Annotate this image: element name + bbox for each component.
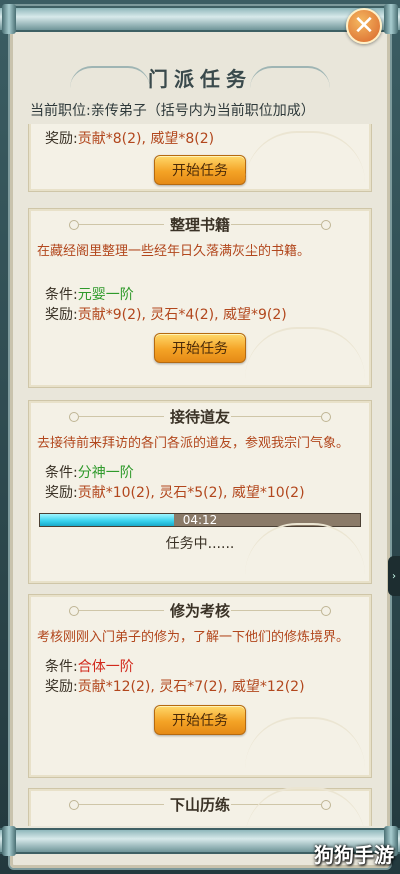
start-task-button[interactable]: 开始任务 [154,333,246,363]
task-title: 接待道友 [163,405,236,427]
progress-timer: 04:12 [182,513,218,527]
reward-value: 贡献*10(2), 灵石*5(2), 威望*10(2) [77,485,305,501]
start-task-button[interactable]: 开始任务 [154,705,246,735]
start-task-button[interactable]: 开始任务 [154,155,246,185]
scroll-rod-top [0,4,400,34]
task-status-text: 任务中...... [165,536,235,552]
condition-label: 条件: [45,465,78,481]
title-divider-right [231,606,331,616]
task-card-4: 下山历练 [28,787,372,826]
title-divider-left [69,412,169,422]
current-position-text: 当前职位:亲传弟子（括号内为当前职位加成） [30,103,315,119]
task-condition: 条件:合体一阶 [29,657,371,677]
task-title-row: 整理书籍 [29,209,371,239]
reward-label: 奖励: [45,131,78,147]
task-reward: 奖励:贡献*10(2), 灵石*5(2), 威望*10(2) [29,483,371,503]
title-divider-right [231,800,331,810]
task-list[interactable]: 奖励:贡献*8(2), 威望*8(2) 开始任务 整理书籍 在藏经阁里整理一些经… [26,124,374,826]
task-description: 去接待前来拜访的各门各派的道友，参观我宗门气象。 [37,436,350,451]
task-reward: 奖励:贡献*9(2), 灵石*4(2), 威望*9(2) [29,305,371,325]
task-description: 在藏经阁里整理一些经年日久落满灰尘的书籍。 [37,244,311,259]
title-divider-left [69,606,169,616]
close-button[interactable]: ✕ [346,8,382,44]
close-icon: ✕ [353,11,375,41]
task-reward: 奖励:贡献*8(2), 威望*8(2) [29,129,371,149]
task-title: 整理书籍 [163,213,236,235]
reward-value: 贡献*8(2), 威望*8(2) [77,131,215,147]
condition-value: 元婴一阶 [77,287,134,303]
title-divider-right [231,220,331,230]
task-title-row: 修为考核 [29,595,371,625]
title-bar: 门派任务 [60,58,340,96]
condition-value: 分神一阶 [77,465,134,481]
task-description: 考核刚刚入门弟子的修为，了解一下他们的修炼境界。 [37,630,350,645]
reward-label: 奖励: [45,679,78,695]
watermark-logo: 狗狗手游 [314,843,394,867]
page-title: 门派任务 [148,66,252,91]
reward-label: 奖励: [45,307,78,323]
task-condition: 条件:元婴一阶 [29,285,371,305]
task-card-2: 接待道友 去接待前来拜访的各门各派的道友，参观我宗门气象。 条件:分神一阶 奖励… [28,400,372,584]
cloud-ornament-right [250,66,330,88]
cloud-ornament-left [70,66,150,88]
task-title-row: 接待道友 [29,401,371,431]
chevron-right-icon: › [392,570,396,582]
reward-value: 贡献*9(2), 灵石*4(2), 威望*9(2) [77,307,287,323]
task-card-3: 修为考核 考核刚刚入门弟子的修为，了解一下他们的修炼境界。 条件:合体一阶 奖励… [28,594,372,778]
task-reward: 奖励:贡献*12(2), 灵石*7(2), 威望*12(2) [29,677,371,697]
condition-value: 合体一阶 [77,659,134,675]
reward-value: 贡献*12(2), 灵石*7(2), 威望*12(2) [77,679,305,695]
side-expand-handle[interactable]: › [388,556,400,596]
task-card-1: 整理书籍 在藏经阁里整理一些经年日久落满灰尘的书籍。 条件:元婴一阶 奖励:贡献… [28,208,372,388]
condition-label: 条件: [45,659,78,675]
title-divider-left [69,800,169,810]
task-title: 修为考核 [163,599,236,621]
reward-label: 奖励: [45,485,78,501]
condition-label: 条件: [45,287,78,303]
task-title: 下山历练 [163,793,236,815]
task-progress-bar: 04:12 [39,513,361,527]
title-divider-left [69,220,169,230]
task-condition: 条件:分神一阶 [29,463,371,483]
task-title-row: 下山历练 [29,789,371,819]
task-card-0: 奖励:贡献*8(2), 威望*8(2) 开始任务 [28,124,372,192]
title-divider-right [231,412,331,422]
